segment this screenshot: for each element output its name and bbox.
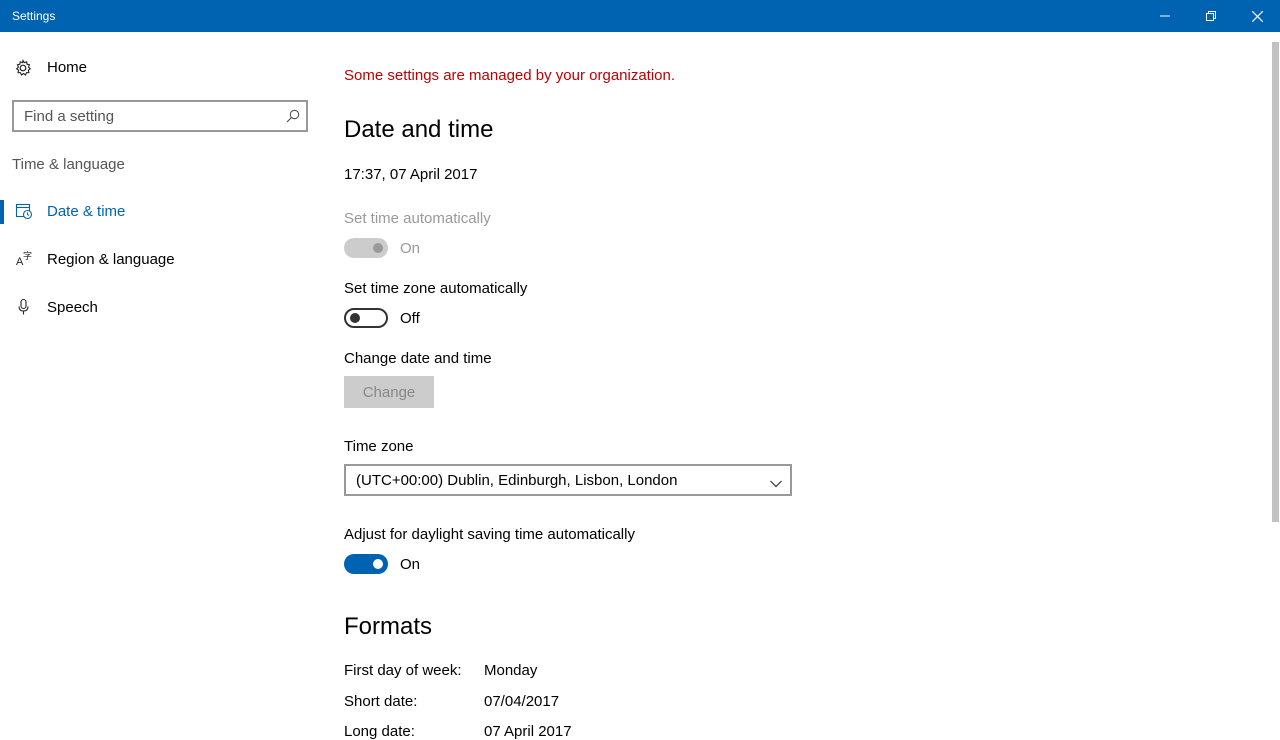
set-time-auto-toggle[interactable]	[344, 238, 388, 258]
set-time-auto-state: On	[400, 240, 421, 257]
sidebar-item-label: Date & time	[47, 203, 126, 220]
microphone-icon	[15, 298, 33, 321]
search-box	[12, 100, 308, 132]
format-label-long-date: Long date:	[344, 723, 415, 740]
set-timezone-auto-state: Off	[400, 310, 420, 327]
restore-icon	[1206, 11, 1216, 21]
region-language-icon: A 字	[15, 250, 33, 273]
format-value-first-day: Monday	[484, 662, 538, 679]
sidebar-item-label: Speech	[47, 299, 98, 316]
page-title: Date and time	[344, 116, 494, 143]
scrollbar[interactable]	[1268, 32, 1280, 739]
calendar-clock-icon	[15, 202, 33, 225]
formats-heading: Formats	[344, 613, 433, 640]
format-label-short-date: Short date:	[344, 693, 418, 710]
format-label-first-day: First day of week:	[344, 662, 462, 679]
sidebar-item-region-language[interactable]: A 字 Region & language	[0, 240, 320, 280]
toggle-knob	[373, 559, 383, 569]
time-zone-dropdown[interactable]: (UTC+00:00) Dublin, Edinburgh, Lisbon, L…	[344, 464, 792, 496]
daylight-saving-state: On	[400, 556, 421, 573]
toggle-knob	[373, 243, 383, 253]
time-zone-label: Time zone	[344, 438, 414, 455]
daylight-saving-label: Adjust for daylight saving time automati…	[344, 526, 635, 543]
change-button[interactable]: Change	[344, 376, 434, 408]
home-label: Home	[47, 59, 88, 76]
time-zone-value: (UTC+00:00) Dublin, Edinburgh, Lisbon, L…	[356, 472, 678, 489]
active-indicator	[0, 200, 4, 224]
sidebar-item-speech[interactable]: Speech	[0, 288, 320, 328]
chevron-down-icon	[770, 475, 782, 493]
format-value-short-date: 07/04/2017	[484, 693, 560, 710]
toggle-knob	[350, 313, 360, 323]
minimize-button[interactable]	[1142, 0, 1188, 32]
svg-text:字: 字	[23, 250, 32, 261]
title-bar: Settings	[0, 0, 1280, 32]
set-timezone-auto-toggle[interactable]	[344, 308, 388, 328]
org-managed-message: Some settings are managed by your organi…	[344, 67, 676, 84]
search-icon[interactable]	[286, 109, 300, 128]
main-content: Some settings are managed by your organi…	[344, 32, 1264, 740]
close-button[interactable]	[1234, 0, 1280, 32]
home-nav-item[interactable]: Home	[0, 52, 320, 84]
close-icon	[1251, 10, 1263, 22]
sidebar-item-date-time[interactable]: Date & time	[0, 192, 320, 232]
current-datetime: 17:37, 07 April 2017	[344, 166, 478, 183]
minimize-icon	[1160, 15, 1170, 17]
gear-icon	[14, 59, 32, 82]
format-value-long-date: 07 April 2017	[484, 723, 572, 740]
search-input[interactable]	[14, 102, 284, 130]
sidebar: Home Time & language Date & time A 字 Reg…	[0, 32, 320, 739]
section-label: Time & language	[12, 156, 125, 173]
restore-button[interactable]	[1188, 0, 1234, 32]
window-title: Settings	[12, 9, 56, 23]
scrollbar-thumb[interactable]	[1272, 42, 1279, 522]
set-time-auto-label: Set time automatically	[344, 210, 491, 227]
change-date-time-label: Change date and time	[344, 350, 492, 367]
daylight-saving-toggle[interactable]	[344, 554, 388, 574]
set-timezone-auto-label: Set time zone automatically	[344, 280, 528, 297]
sidebar-item-label: Region & language	[47, 251, 175, 268]
